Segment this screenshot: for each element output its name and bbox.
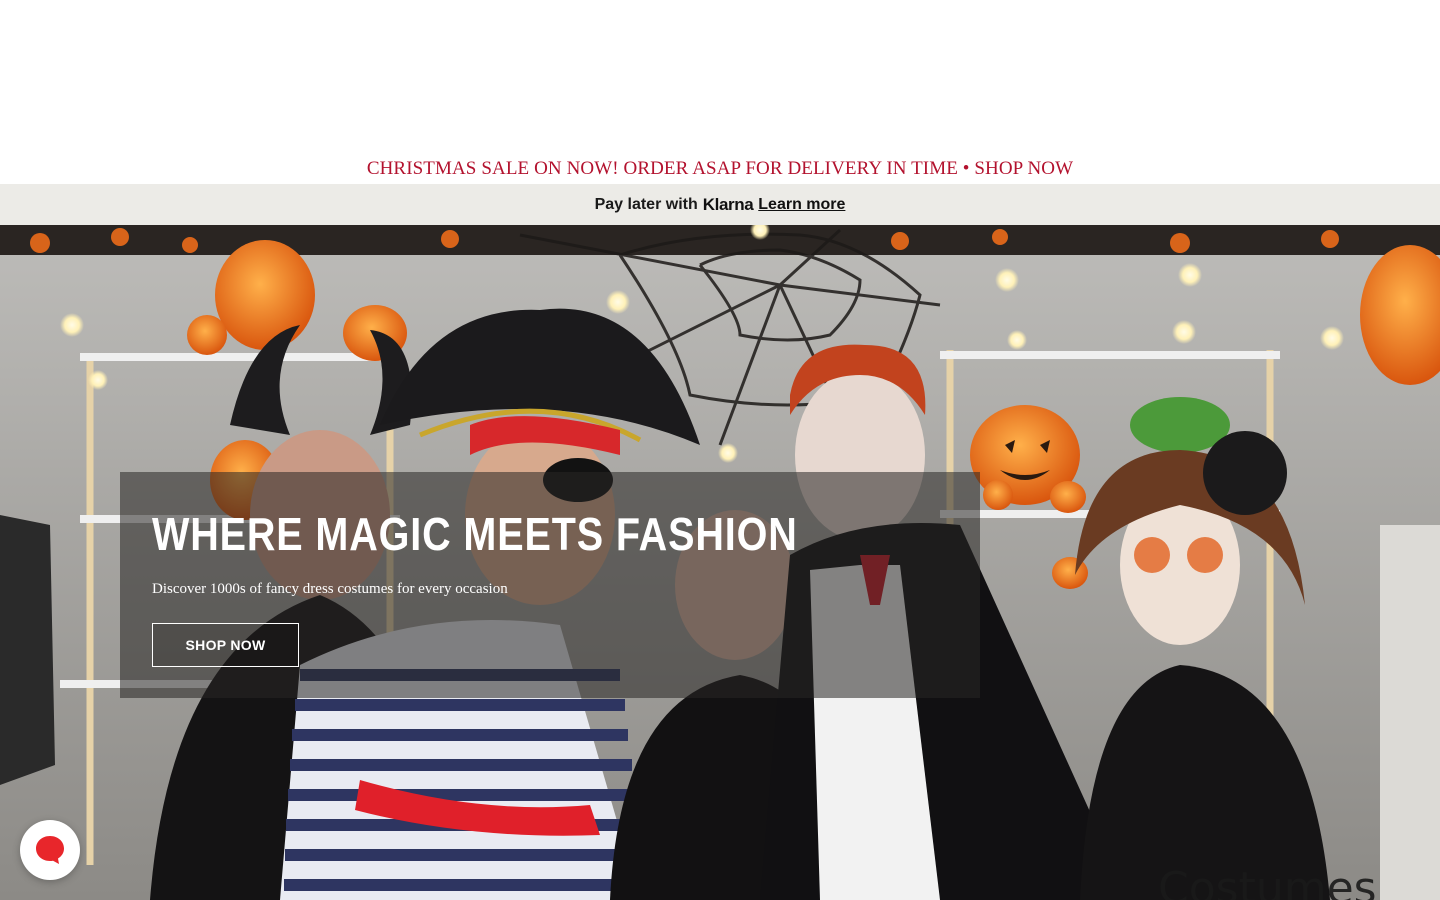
klarna-logo: Klarna	[702, 194, 754, 214]
promo-banner-text[interactable]: CHRISTMAS SALE ON NOW! ORDER ASAP FOR DE…	[367, 158, 1073, 180]
partial-section-heading: Costumes	[1158, 863, 1377, 900]
chat-bubble-icon	[36, 836, 64, 864]
chat-launcher-button[interactable]	[20, 820, 80, 880]
klarna-banner: Pay later with Klarna Learn more	[0, 184, 1440, 225]
klarna-prefix-text: Pay later with	[594, 195, 698, 213]
hero-subtitle: Discover 1000s of fancy dress costumes f…	[152, 581, 508, 597]
klarna-learn-more-link[interactable]: Learn more	[758, 196, 845, 214]
hero-shop-now-label: SHOP NOW	[185, 637, 266, 653]
header-blank-area	[0, 0, 1440, 154]
hero-banner: WHERE MAGIC MEETS FASHION Discover 1000s…	[0, 225, 1440, 900]
hero-title: WHERE MAGIC MEETS FASHION	[152, 508, 798, 560]
hero-shop-now-button[interactable]: SHOP NOW	[152, 623, 299, 667]
promo-banner[interactable]: CHRISTMAS SALE ON NOW! ORDER ASAP FOR DE…	[0, 154, 1440, 184]
